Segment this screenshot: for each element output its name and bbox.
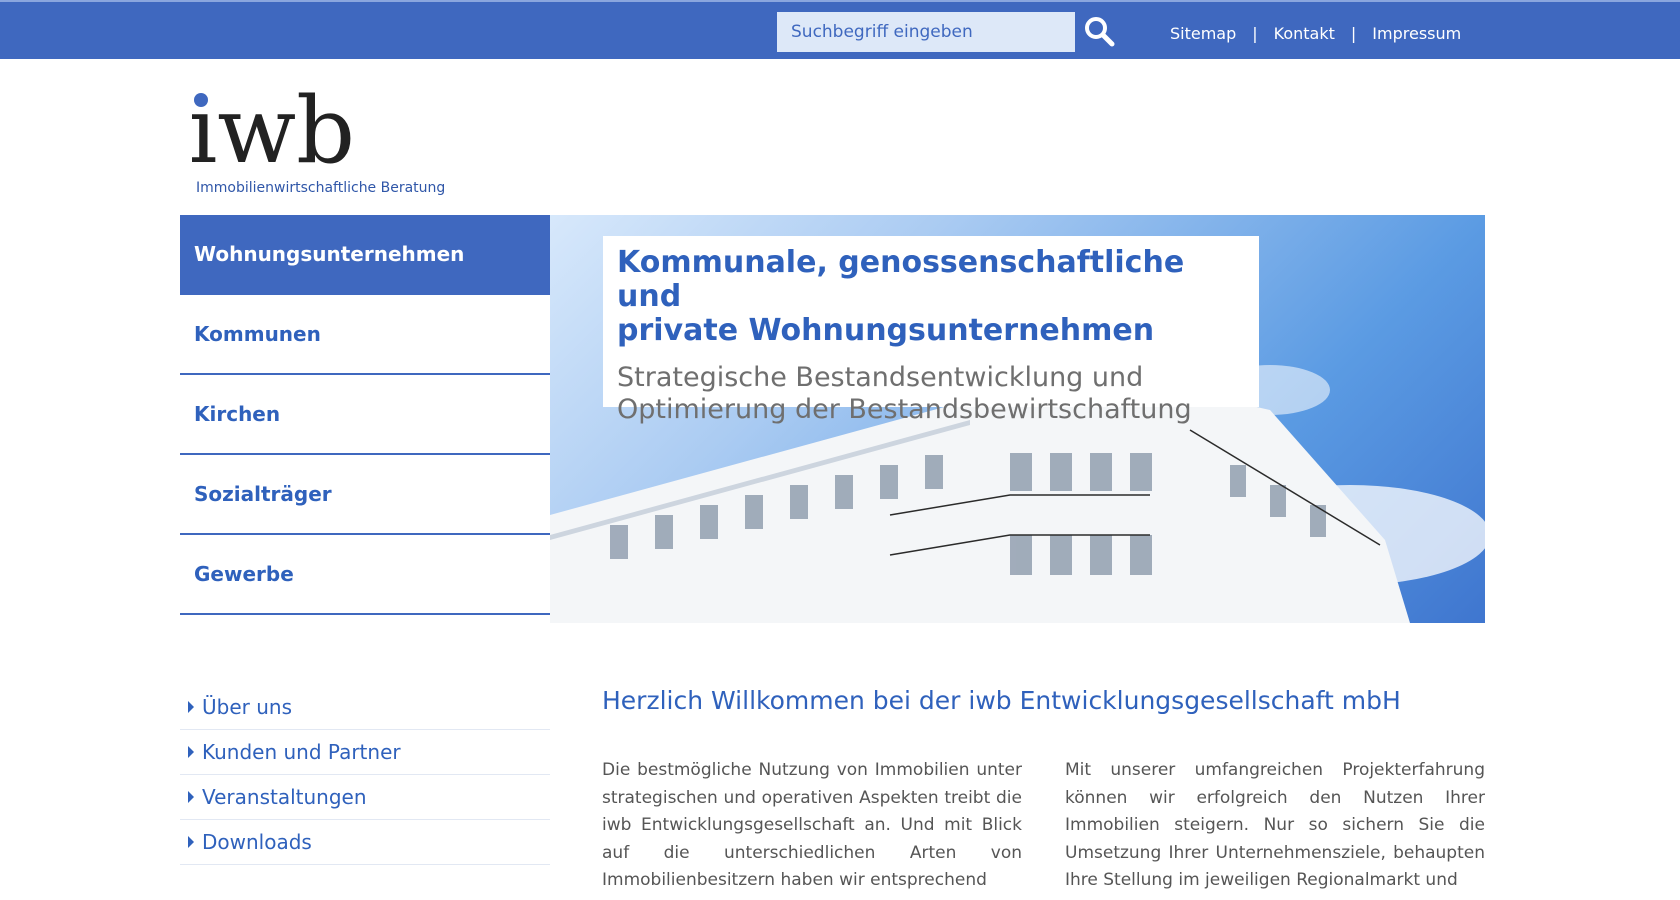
menu-item-wohnungsunternehmen[interactable]: Wohnungsunternehmen	[180, 215, 564, 295]
hero-subtitle-line-2: Optimierung der Bestandsbewirtschaftung	[617, 394, 1192, 425]
svg-text:iwb: iwb	[192, 78, 355, 183]
welcome-title: Herzlich Willkommen bei der iwb Entwickl…	[602, 686, 1401, 715]
caret-right-icon	[188, 701, 194, 713]
content-column-right: Mit unserer umfangreichen Projekterfahru…	[1065, 760, 1485, 890]
contact-link[interactable]: Kontakt	[1274, 24, 1335, 43]
content-columns: Die bestmögliche Nutzung von Immobilien …	[602, 757, 1485, 900]
sidenav-item-ueber-uns[interactable]: Über uns	[180, 685, 550, 730]
content-column-left: Die bestmögliche Nutzung von Immobilien …	[602, 760, 1022, 890]
sidenav-label: Veranstaltungen	[202, 785, 367, 809]
caret-right-icon	[188, 791, 194, 803]
menu-item-gewerbe[interactable]: Gewerbe	[180, 535, 550, 615]
main-menu: Wohnungsunternehmen Kommunen Kirchen Soz…	[180, 215, 564, 615]
imprint-link[interactable]: Impressum	[1372, 24, 1461, 43]
top-bar: Sitemap | Kontakt | Impressum	[0, 0, 1680, 59]
magnifier-icon	[1085, 17, 1115, 47]
hero-title-line-1: Kommunale, genossenschaftliche und	[617, 245, 1185, 314]
separator: |	[1350, 23, 1357, 43]
sidenav-item-downloads[interactable]: Downloads	[180, 820, 550, 865]
search-input[interactable]	[777, 12, 1075, 52]
iwb-logo-mark: iwb	[188, 77, 355, 184]
sitemap-link[interactable]: Sitemap	[1170, 24, 1236, 43]
search-button[interactable]	[1082, 14, 1116, 48]
logo-tagline: Immobilienwirtschaftliche Beratung	[196, 180, 446, 196]
menu-item-sozialtraeger[interactable]: Sozialträger	[180, 455, 550, 535]
secondary-nav: Über uns Kunden und Partner Veranstaltun…	[180, 685, 550, 865]
top-links: Sitemap | Kontakt | Impressum	[1170, 21, 1461, 45]
hero-title-line-2: private Wohnungsunternehmen	[617, 313, 1155, 348]
sidenav-item-veranstaltungen[interactable]: Veranstaltungen	[180, 775, 550, 820]
menu-item-kommunen[interactable]: Kommunen	[180, 295, 550, 375]
menu-item-kirchen[interactable]: Kirchen	[180, 375, 550, 455]
caret-right-icon	[188, 746, 194, 758]
sidenav-item-kunden-und-partner[interactable]: Kunden und Partner	[180, 730, 550, 775]
sidenav-label: Über uns	[202, 695, 292, 719]
hero-banner: Kommunale, genossenschaftliche und priva…	[550, 215, 1485, 623]
caret-right-icon	[188, 836, 194, 848]
hero-textbox: Kommunale, genossenschaftliche und priva…	[603, 236, 1259, 425]
sidenav-label: Downloads	[202, 830, 312, 854]
separator: |	[1252, 23, 1258, 43]
sidenav-label: Kunden und Partner	[202, 740, 401, 764]
hero-subtitle-line-1: Strategische Bestandsentwicklung und	[617, 362, 1144, 393]
